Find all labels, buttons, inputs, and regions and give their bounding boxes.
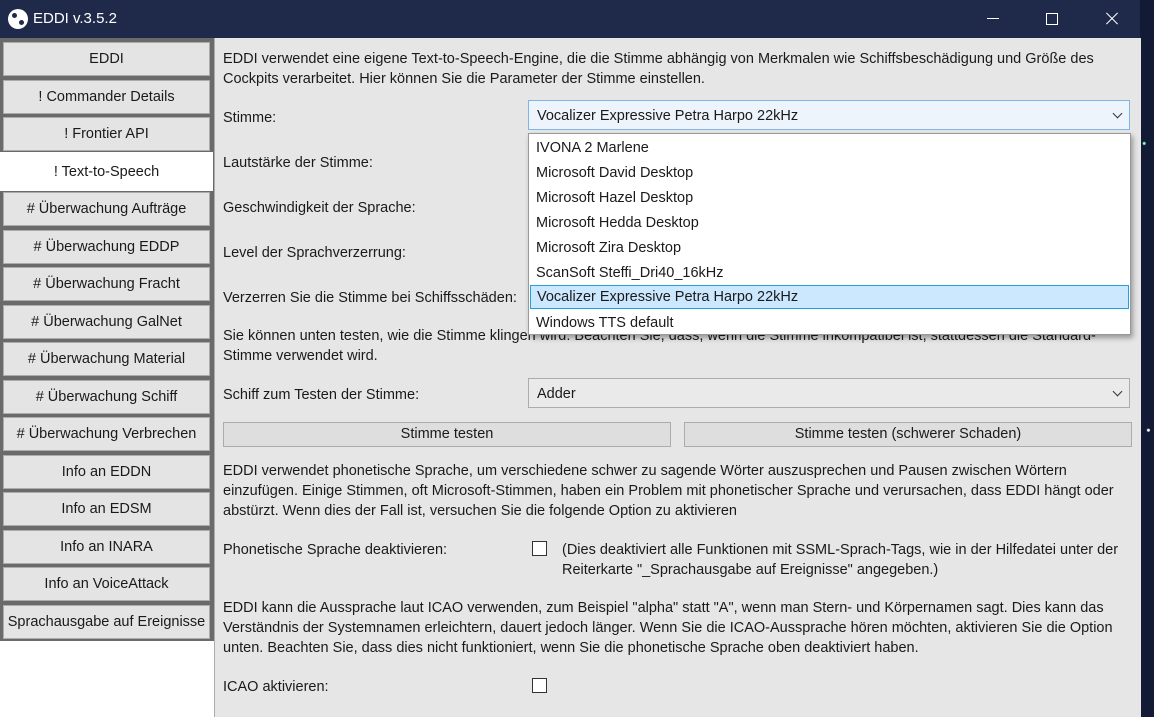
- voice-label: Stimme:: [223, 110, 277, 126]
- sidebar-item-ueberwachung-auftraege[interactable]: # Überwachung Aufträge: [3, 192, 210, 226]
- voice-option[interactable]: IVONA 2 Marlene: [530, 136, 1129, 160]
- sidebar-item-commander-details[interactable]: ! Commander Details: [3, 80, 210, 114]
- ship-label: Schiff zum Testen der Stimme:: [223, 387, 420, 403]
- sidebar-item-ueberwachung-eddp[interactable]: # Überwachung EDDP: [3, 230, 210, 264]
- chevron-down-icon: [1112, 108, 1123, 119]
- window-title: EDDI v.3.5.2: [33, 10, 117, 27]
- close-button[interactable]: [1082, 0, 1140, 38]
- sidebar: EDDI ! Commander Details ! Frontier API …: [0, 38, 214, 717]
- icao-checkbox[interactable]: [532, 678, 547, 693]
- sidebar-item-ueberwachung-fracht[interactable]: # Überwachung Fracht: [3, 267, 210, 301]
- intro-text: EDDI verwendet eine eigene Text-to-Speec…: [223, 51, 1094, 87]
- damage-distortion-label: Verzerren Sie die Stimme bei Schiffsschä…: [223, 290, 517, 306]
- minimize-button[interactable]: [964, 0, 1022, 38]
- title-bar: EDDI v.3.5.2: [0, 0, 1140, 38]
- voice-option-selected[interactable]: Vocalizer Expressive Petra Harpo 22kHz: [530, 285, 1129, 309]
- sidebar-item-ueberwachung-schiff[interactable]: # Überwachung Schiff: [3, 380, 210, 414]
- sidebar-item-ueberwachung-galnet[interactable]: # Überwachung GalNet: [3, 305, 210, 339]
- maximize-button[interactable]: [1022, 0, 1080, 38]
- sidebar-item-frontier-api[interactable]: ! Frontier API: [3, 117, 210, 151]
- phonetic-note: (Dies deaktiviert alle Funktionen mit SS…: [562, 542, 1119, 578]
- icao-info-text: EDDI kann die Aussprache laut ICAO verwe…: [223, 600, 1113, 656]
- volume-label: Lautstärke der Stimme:: [223, 155, 373, 171]
- voice-option[interactable]: Windows TTS default: [530, 311, 1129, 335]
- phonetic-checkbox[interactable]: [532, 541, 547, 556]
- voice-option[interactable]: Microsoft Hedda Desktop: [530, 211, 1129, 235]
- sidebar-item-ueberwachung-verbrechen[interactable]: # Überwachung Verbrechen: [3, 417, 210, 451]
- phonetic-info-text: EDDI verwendet phonetische Sprache, um v…: [223, 463, 1114, 519]
- ship-select-value: Adder: [537, 386, 576, 402]
- voice-option[interactable]: Microsoft Hazel Desktop: [530, 186, 1129, 210]
- voice-option[interactable]: Microsoft David Desktop: [530, 161, 1129, 185]
- sidebar-item-eddi[interactable]: EDDI: [3, 42, 210, 76]
- phonetic-label: Phonetische Sprache deaktivieren:: [223, 542, 448, 558]
- sidebar-item-text-to-speech[interactable]: ! Text-to-Speech: [0, 152, 213, 191]
- test-voice-damage-button[interactable]: Stimme testen (schwerer Schaden): [684, 422, 1132, 447]
- sidebar-filler: [0, 641, 214, 717]
- distortion-label: Level der Sprachverzerrung:: [223, 245, 406, 261]
- icao-label: ICAO aktivieren:: [223, 679, 329, 695]
- app-icon: [8, 9, 28, 29]
- desktop-background: [1140, 0, 1154, 717]
- voice-option[interactable]: Microsoft Zira Desktop: [530, 236, 1129, 260]
- sidebar-item-info-an-inara[interactable]: Info an INARA: [3, 530, 210, 564]
- voice-option[interactable]: ScanSoft Steffi_Dri40_16kHz: [530, 261, 1129, 285]
- speed-label: Geschwindigkeit der Sprache:: [223, 200, 416, 216]
- ship-select[interactable]: Adder: [528, 378, 1130, 408]
- voice-dropdown-list: IVONA 2 Marlene Microsoft David Desktop …: [528, 133, 1131, 335]
- chevron-down-icon: [1112, 386, 1123, 397]
- sidebar-item-info-an-eddn[interactable]: Info an EDDN: [3, 455, 210, 489]
- sidebar-item-info-an-voiceattack[interactable]: Info an VoiceAttack: [3, 567, 210, 601]
- voice-select[interactable]: Vocalizer Expressive Petra Harpo 22kHz: [528, 100, 1130, 130]
- sidebar-item-info-an-edsm[interactable]: Info an EDSM: [3, 492, 210, 526]
- sidebar-item-sprachausgabe[interactable]: Sprachausgabe auf Ereignisse: [3, 605, 210, 639]
- voice-select-value: Vocalizer Expressive Petra Harpo 22kHz: [537, 108, 799, 124]
- sidebar-item-ueberwachung-material[interactable]: # Überwachung Material: [3, 342, 210, 376]
- test-voice-button[interactable]: Stimme testen: [223, 422, 671, 447]
